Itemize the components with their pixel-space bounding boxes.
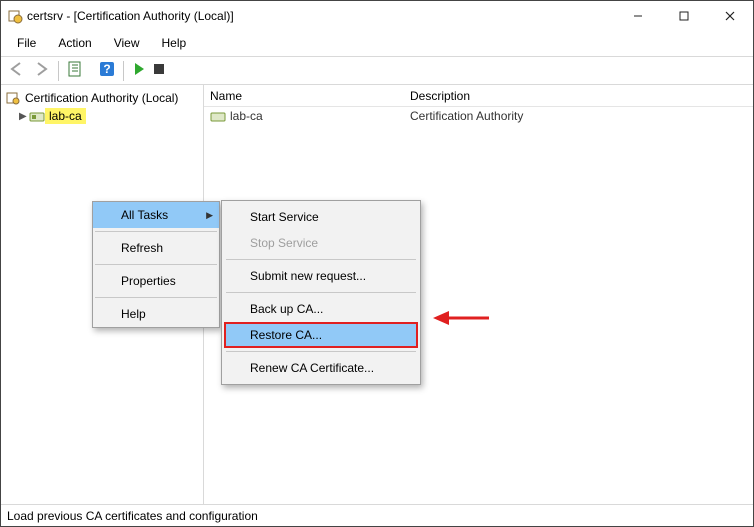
ctx-all-tasks[interactable]: All Tasks ▶	[93, 202, 219, 228]
ctx-label: Back up CA...	[250, 302, 323, 316]
expand-caret-icon[interactable]: ▶	[19, 111, 29, 122]
ctx-submit-request[interactable]: Submit new request...	[224, 263, 418, 289]
cert-authority-icon	[5, 90, 21, 106]
ctx-label: Restore CA...	[250, 328, 322, 342]
context-menu: All Tasks ▶ Refresh Properties Help	[92, 201, 220, 328]
tree-item-lab-ca[interactable]: ▶ lab-ca	[1, 107, 203, 125]
ctx-separator	[95, 297, 217, 298]
ctx-backup-ca[interactable]: Back up CA...	[224, 296, 418, 322]
body: Certification Authority (Local) ▶ lab-ca…	[1, 84, 753, 504]
ctx-separator	[95, 231, 217, 232]
tree-root-label: Certification Authority (Local)	[21, 90, 182, 106]
ctx-label: Refresh	[121, 241, 163, 255]
ctx-separator	[226, 292, 416, 293]
context-submenu-all-tasks: Start Service Stop Service Submit new re…	[221, 200, 421, 385]
menu-view[interactable]: View	[104, 34, 150, 52]
stop-button[interactable]	[151, 61, 167, 80]
ctx-label: Properties	[121, 274, 176, 288]
ctx-help[interactable]: Help	[93, 301, 219, 327]
menubar: File Action View Help	[1, 31, 753, 56]
ctx-restore-ca[interactable]: Restore CA...	[224, 322, 418, 348]
refresh-button[interactable]	[66, 60, 84, 81]
help-button[interactable]: ?	[98, 60, 116, 81]
ctx-refresh[interactable]: Refresh	[93, 235, 219, 261]
tree-root[interactable]: Certification Authority (Local)	[1, 89, 203, 107]
toolbar-divider	[58, 61, 59, 81]
ctx-label: Help	[121, 307, 146, 321]
ctx-start-service[interactable]: Start Service	[224, 204, 418, 230]
maximize-button[interactable]	[661, 1, 707, 31]
svg-text:?: ?	[103, 62, 110, 76]
ca-item-icon	[210, 108, 226, 124]
ctx-separator	[95, 264, 217, 265]
status-bar: Load previous CA certificates and config…	[1, 504, 753, 526]
tree-item-label: lab-ca	[45, 108, 86, 124]
col-header-description[interactable]: Description	[410, 89, 470, 103]
ctx-properties[interactable]: Properties	[93, 268, 219, 294]
ctx-separator	[226, 259, 416, 260]
menu-help[interactable]: Help	[152, 34, 197, 52]
ctx-renew-certificate[interactable]: Renew CA Certificate...	[224, 355, 418, 381]
ctx-label: All Tasks	[121, 208, 168, 222]
ctx-label: Start Service	[250, 210, 319, 224]
ctx-label: Stop Service	[250, 236, 318, 250]
status-text: Load previous CA certificates and config…	[7, 509, 258, 523]
menu-file[interactable]: File	[7, 34, 46, 52]
toolbar-divider	[123, 61, 124, 81]
ctx-label: Renew CA Certificate...	[250, 361, 374, 375]
minimize-button[interactable]	[615, 1, 661, 31]
close-button[interactable]	[707, 1, 753, 31]
titlebar: certsrv - [Certification Authority (Loca…	[1, 1, 753, 31]
ctx-separator	[226, 351, 416, 352]
list-row[interactable]: lab-ca Certification Authority	[204, 107, 753, 125]
app-icon	[7, 8, 23, 24]
forward-button[interactable]	[31, 60, 51, 81]
ca-icon	[29, 108, 45, 124]
annotation-arrow	[433, 308, 489, 328]
ctx-label: Submit new request...	[250, 269, 366, 283]
main-window: certsrv - [Certification Authority (Loca…	[0, 0, 754, 527]
menu-action[interactable]: Action	[48, 34, 101, 52]
play-button[interactable]	[131, 61, 147, 80]
list-cell-name: lab-ca	[230, 109, 263, 123]
window-title: certsrv - [Certification Authority (Loca…	[27, 9, 234, 23]
list-cell-description: Certification Authority	[410, 109, 523, 123]
window-controls	[615, 1, 753, 31]
col-header-name[interactable]: Name	[210, 89, 410, 103]
back-button[interactable]	[7, 60, 27, 81]
list-header: Name Description	[204, 85, 753, 107]
ctx-stop-service: Stop Service	[224, 230, 418, 256]
toolbar: ?	[1, 57, 753, 84]
submenu-arrow-icon: ▶	[206, 210, 213, 221]
